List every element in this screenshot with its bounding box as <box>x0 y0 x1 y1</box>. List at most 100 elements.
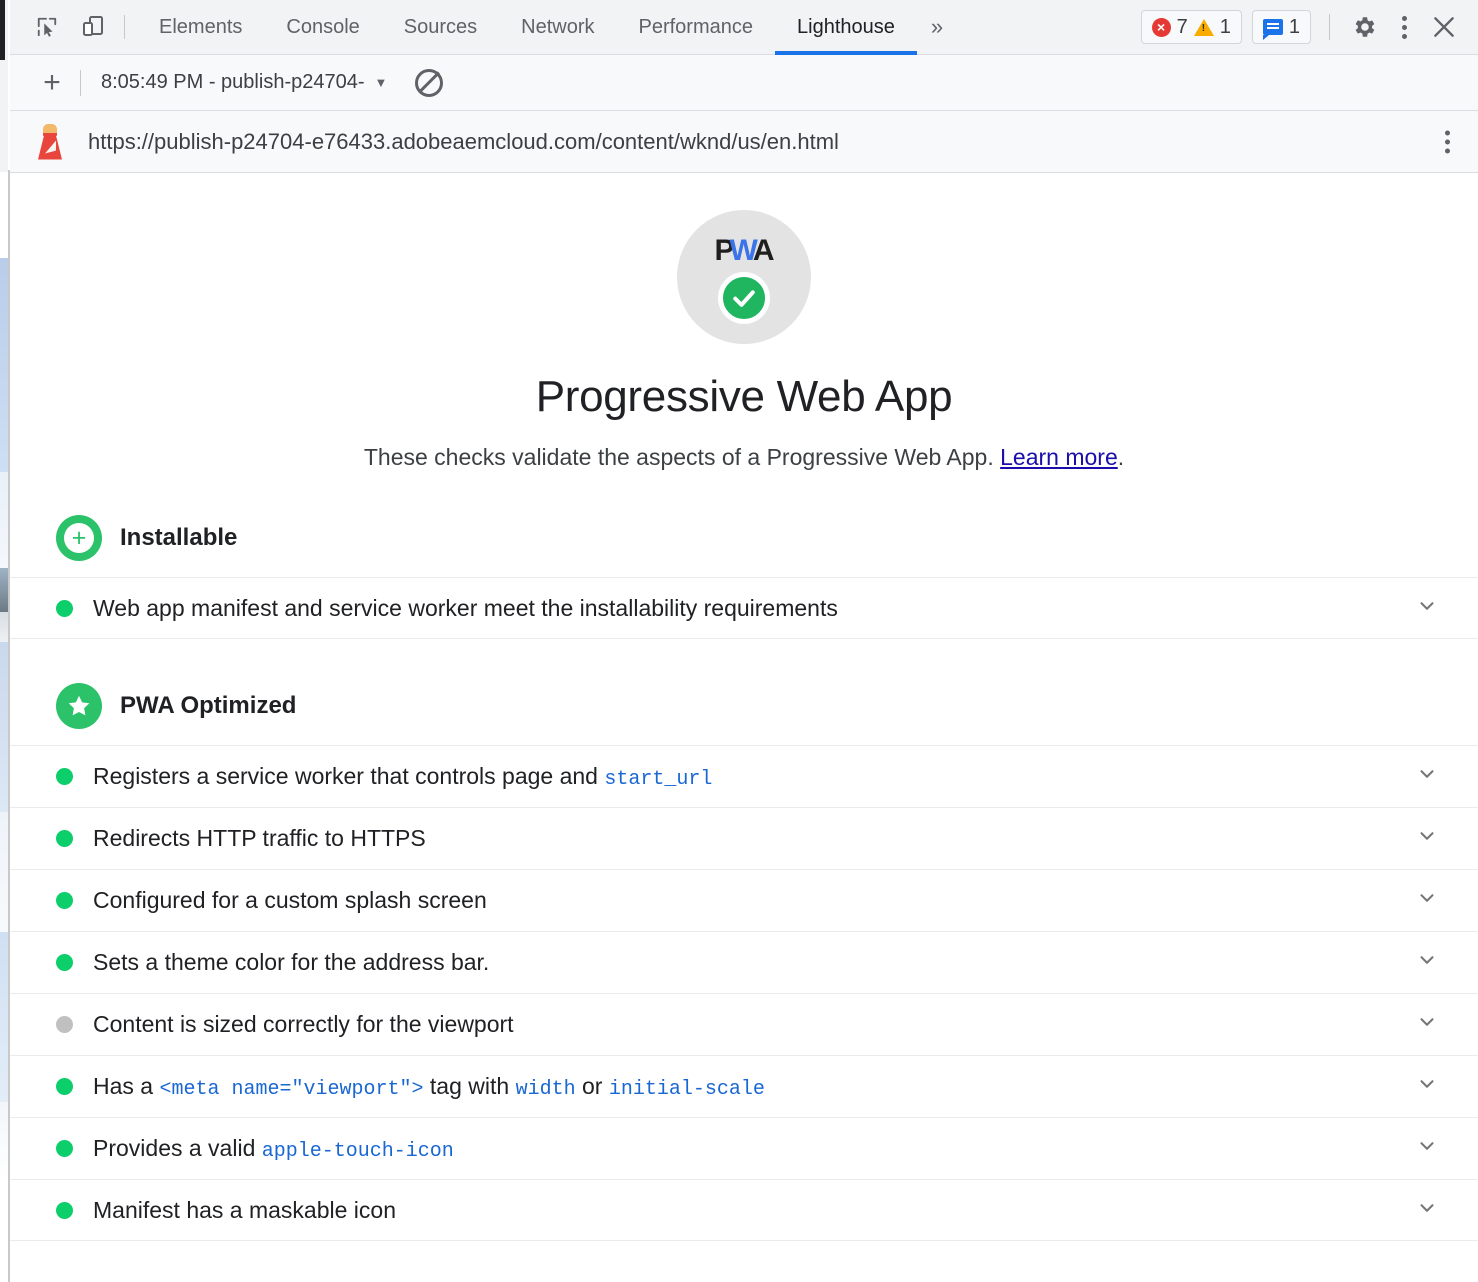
subtitle-period: . <box>1118 444 1124 470</box>
tab-lighthouse[interactable]: Lighthouse <box>775 0 917 55</box>
learn-more-link[interactable]: Learn more <box>1000 444 1118 470</box>
audit-title: Redirects HTTP traffic to HTTPS <box>93 825 1416 852</box>
status-badge <box>56 1016 73 1033</box>
section-header-installable: + Installable <box>10 511 1478 565</box>
gear-icon[interactable] <box>1344 7 1384 47</box>
issues-badge[interactable]: 1 <box>1252 10 1311 44</box>
report-options-icon[interactable] <box>1445 130 1450 153</box>
error-count: 7 <box>1177 16 1188 39</box>
chevron-down-icon[interactable] <box>1416 1011 1438 1038</box>
audit-title: Configured for a custom splash screen <box>93 887 1416 914</box>
status-badge <box>56 1140 73 1157</box>
chevron-down-icon: ▼ <box>375 75 388 90</box>
close-icon[interactable] <box>1424 7 1464 47</box>
report-subtitle: These checks validate the aspects of a P… <box>10 444 1478 471</box>
errors-warnings-badge[interactable]: × 7 1 <box>1141 10 1242 44</box>
device-toolbar-icon[interactable] <box>74 8 112 46</box>
toolbar-separator <box>124 15 125 39</box>
audit-title: Sets a theme color for the address bar. <box>93 949 1416 976</box>
tab-label: Sources <box>404 16 477 39</box>
audit-list-installable: Web app manifest and service worker meet… <box>10 577 1478 639</box>
plus-circle-icon: + <box>56 515 102 561</box>
report-url-bar: https://publish-p24704-e76433.adobeaemcl… <box>10 111 1478 173</box>
status-badge <box>56 768 73 785</box>
warning-icon <box>1194 19 1214 36</box>
section-title: Installable <box>120 524 237 552</box>
issues-badges: × 7 1 1 <box>1141 10 1311 44</box>
tab-performance[interactable]: Performance <box>617 0 776 55</box>
tab-label: Lighthouse <box>797 16 895 39</box>
more-options-icon[interactable] <box>1384 7 1424 47</box>
report-url: https://publish-p24704-e76433.adobeaemcl… <box>88 129 839 155</box>
tab-elements[interactable]: Elements <box>137 0 264 55</box>
table-row[interactable]: Has a <meta name="viewport"> tag with wi… <box>10 1055 1478 1117</box>
devtools-window: Elements Console Sources Network Perform… <box>0 0 1478 1282</box>
status-badge <box>56 830 73 847</box>
table-row[interactable]: Sets a theme color for the address bar. <box>10 931 1478 993</box>
page-content-sliver <box>0 172 8 1180</box>
check-icon <box>718 272 770 324</box>
lighthouse-run-toolbar: + 8:05:49 PM - publish-p24704- ▼ <box>10 55 1478 111</box>
tab-console[interactable]: Console <box>264 0 381 55</box>
clear-all-icon[interactable] <box>415 69 443 97</box>
devtools-main-toolbar: Elements Console Sources Network Perform… <box>10 0 1478 55</box>
audit-title: Registers a service worker that controls… <box>93 763 1416 791</box>
table-row[interactable]: Provides a valid apple-touch-icon <box>10 1117 1478 1179</box>
chevron-down-icon[interactable] <box>1416 887 1438 914</box>
section-header-pwa-optimized: PWA Optimized <box>10 679 1478 733</box>
report-hero: PWA Progressive Web App These checks val… <box>10 174 1478 471</box>
tab-network[interactable]: Network <box>499 0 616 55</box>
table-row[interactable]: Configured for a custom splash screen <box>10 869 1478 931</box>
status-badge <box>56 1078 73 1095</box>
run-selector-label: 8:05:49 PM - publish-p24704- <box>101 71 365 94</box>
status-badge <box>56 1202 73 1219</box>
chevron-down-icon[interactable] <box>1416 595 1438 622</box>
audit-title: Manifest has a maskable icon <box>93 1197 1416 1224</box>
audit-title: Provides a valid apple-touch-icon <box>93 1135 1416 1163</box>
pwa-wordmark: PWA <box>677 234 811 268</box>
chevron-down-icon[interactable] <box>1416 949 1438 976</box>
subtitle-text: These checks validate the aspects of a P… <box>364 444 1000 470</box>
lighthouse-report: PWA Progressive Web App These checks val… <box>10 174 1478 1282</box>
table-row[interactable]: Web app manifest and service worker meet… <box>10 577 1478 639</box>
pwa-badge: PWA <box>677 210 811 344</box>
status-badge <box>56 600 73 617</box>
lighthouse-icon <box>34 122 66 162</box>
toolbar-separator <box>1329 14 1330 40</box>
warning-count: 1 <box>1220 16 1231 39</box>
chevron-down-icon[interactable] <box>1416 763 1438 790</box>
chevron-down-icon[interactable] <box>1416 1135 1438 1162</box>
audit-title: Content is sized correctly for the viewp… <box>93 1011 1416 1038</box>
audit-title: Web app manifest and service worker meet… <box>93 595 1416 622</box>
pwa-letter-a: A <box>753 234 774 267</box>
audit-list-pwa-optimized: Registers a service worker that controls… <box>10 745 1478 1241</box>
star-circle-icon <box>56 683 102 729</box>
new-report-button[interactable]: + <box>32 63 72 103</box>
chevron-down-icon[interactable] <box>1416 1197 1438 1224</box>
chevron-down-icon[interactable] <box>1416 825 1438 852</box>
toolbar-separator <box>80 70 81 96</box>
tab-label: Elements <box>159 16 242 39</box>
status-badge <box>56 892 73 909</box>
page-title: Progressive Web App <box>10 372 1478 422</box>
status-badge <box>56 954 73 971</box>
devtools-tab-strip: Elements Console Sources Network Perform… <box>137 0 917 55</box>
error-icon: × <box>1152 18 1171 37</box>
chevron-down-icon[interactable] <box>1416 1073 1438 1100</box>
inspect-element-icon[interactable] <box>28 8 66 46</box>
run-selector-dropdown[interactable]: 8:05:49 PM - publish-p24704- ▼ <box>95 67 393 98</box>
table-row[interactable]: Redirects HTTP traffic to HTTPS <box>10 807 1478 869</box>
window-left-edge <box>0 0 5 60</box>
audit-title: Has a <meta name="viewport"> tag with wi… <box>93 1073 1416 1101</box>
tab-label: Console <box>286 16 359 39</box>
message-count: 1 <box>1289 16 1300 39</box>
message-icon <box>1263 19 1283 35</box>
tab-sources[interactable]: Sources <box>382 0 499 55</box>
section-title: PWA Optimized <box>120 692 296 720</box>
table-row[interactable]: Registers a service worker that controls… <box>10 745 1478 807</box>
tab-label: Performance <box>639 16 754 39</box>
table-row[interactable]: Content is sized correctly for the viewp… <box>10 993 1478 1055</box>
tab-label: Network <box>521 16 594 39</box>
more-tabs-icon[interactable]: » <box>917 0 957 54</box>
table-row[interactable]: Manifest has a maskable icon <box>10 1179 1478 1241</box>
